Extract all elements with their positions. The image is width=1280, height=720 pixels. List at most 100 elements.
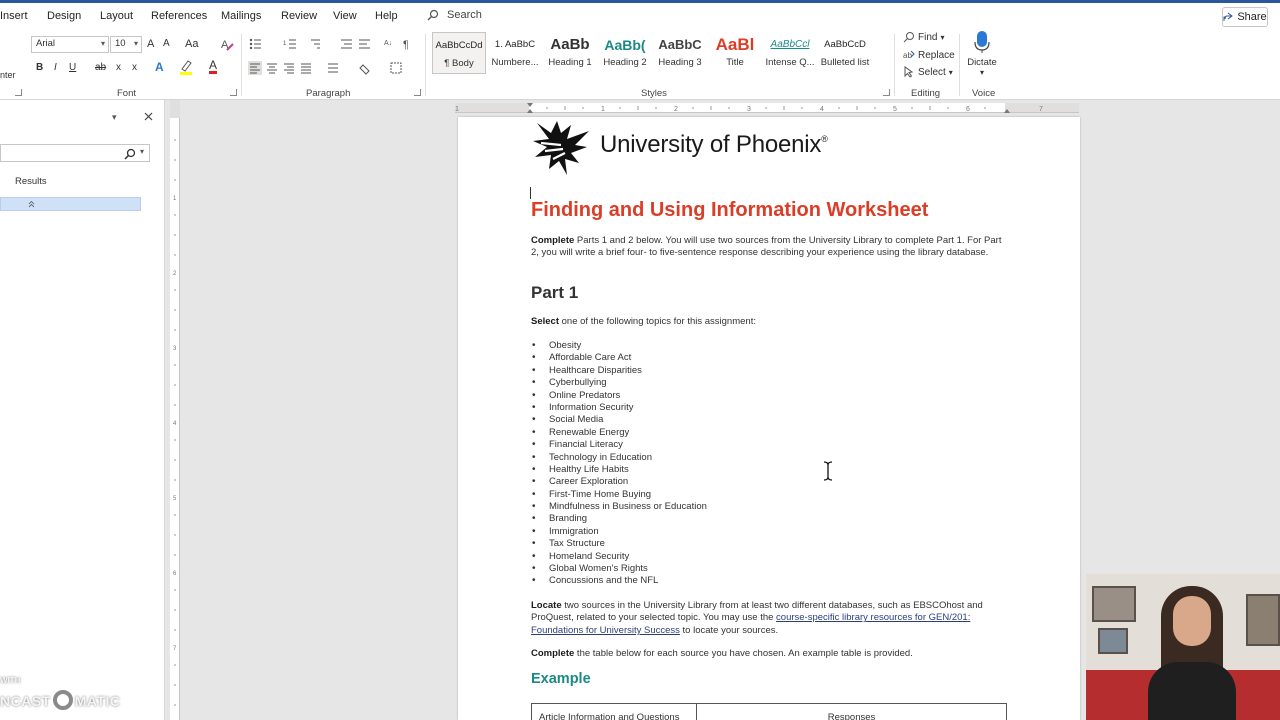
table-header-cell: Responses xyxy=(827,712,876,720)
superscript-button[interactable]: x xyxy=(132,62,137,73)
replace-label: Replace xyxy=(918,49,955,61)
grow-font-button[interactable]: A xyxy=(147,38,154,50)
close-icon[interactable] xyxy=(144,112,153,121)
nav-heading-item[interactable] xyxy=(0,197,141,211)
ruler-ticks: 1 2 3 4 5 6 7 xyxy=(170,100,180,706)
ibeam-cursor-icon xyxy=(823,461,833,481)
tab-layout[interactable]: Layout xyxy=(100,10,133,22)
chevron-down-icon: ▾ xyxy=(133,39,138,48)
tab-insert[interactable]: Insert xyxy=(0,10,28,22)
voice-group-label: Voice xyxy=(972,88,996,99)
locate-bold: Locate xyxy=(531,600,562,611)
registered-mark: ® xyxy=(821,134,828,144)
style-sample: AaBbCcDd xyxy=(435,40,483,51)
watermark-big-text: NCAST MATIC xyxy=(0,690,121,710)
style-heading-2[interactable]: AaBb( Heading 2 xyxy=(598,32,652,74)
part-1-heading: Part 1 xyxy=(531,283,579,302)
shrink-font-button[interactable]: A xyxy=(163,38,170,49)
phoenix-bird-icon xyxy=(533,121,589,175)
svg-text:6: 6 xyxy=(966,106,970,113)
vertical-ruler: 1 2 3 4 5 6 7 xyxy=(170,100,180,720)
style-title[interactable]: AaBl Title xyxy=(708,32,762,74)
list-item: Cyberbullying xyxy=(531,377,1006,390)
style-body[interactable]: AaBbCcDd ¶ Body xyxy=(432,32,486,74)
tab-design[interactable]: Design xyxy=(47,10,81,22)
alignment-controls-icon[interactable] xyxy=(248,61,408,75)
svg-text:4: 4 xyxy=(173,421,177,427)
locate-text-2: to locate your sources. xyxy=(679,624,779,636)
tab-references[interactable]: References xyxy=(151,10,207,22)
font-dialog-launcher[interactable] xyxy=(230,89,237,96)
underline-button[interactable]: U xyxy=(69,62,76,73)
styles-group-label: Styles xyxy=(641,88,667,99)
tab-help[interactable]: Help xyxy=(375,10,398,22)
tab-review[interactable]: Review xyxy=(281,10,317,22)
svg-text:3: 3 xyxy=(173,346,177,352)
complete-bold: Complete xyxy=(531,648,575,659)
subscript-button[interactable]: x xyxy=(116,62,121,73)
select-text: one of the following topics for this ass… xyxy=(559,316,756,327)
style-numbered[interactable]: 1. AaBbC Numbere... xyxy=(488,32,542,74)
text-effects-button[interactable]: A xyxy=(155,60,164,74)
font-name-value: Arial xyxy=(36,38,56,49)
ribbon-tab-bar: Insert Design Layout References Mailings… xyxy=(0,0,1280,30)
style-bulleted-list[interactable]: AaBbCcD Bulleted list xyxy=(818,32,872,74)
example-table: Article Information and Questions Respon… xyxy=(531,703,1007,720)
share-button[interactable]: Share xyxy=(1222,7,1268,27)
svg-text:1: 1 xyxy=(455,106,459,113)
font-color-button[interactable]: A xyxy=(209,59,218,74)
paragraph-dialog-launcher[interactable] xyxy=(414,89,421,96)
clipboard-dialog-launcher[interactable] xyxy=(15,89,22,96)
italic-button[interactable]: I xyxy=(54,62,57,73)
search-icon xyxy=(903,32,914,43)
change-case-button[interactable]: Aa xyxy=(185,38,198,50)
select-label: Select xyxy=(918,66,946,78)
dictate-button[interactable]: Dictate ▾ xyxy=(966,30,998,77)
complete-table-paragraph: Complete the table below for each source… xyxy=(531,648,1006,660)
tab-results[interactable]: Results xyxy=(15,176,47,187)
style-intense-quote[interactable]: AaBbCcl Intense Q... xyxy=(763,32,817,74)
strikethrough-button[interactable]: ab xyxy=(95,62,106,73)
nav-search-input[interactable]: ▾ xyxy=(0,144,150,162)
list-controls-icon[interactable]: 1 A↓ ¶ xyxy=(248,37,408,51)
svg-text:4: 4 xyxy=(820,106,824,113)
tab-view[interactable]: View xyxy=(333,10,357,22)
select-button[interactable]: Select ▾ xyxy=(903,66,953,78)
style-heading-1[interactable]: AaBb Heading 1 xyxy=(543,32,597,74)
document-page[interactable]: University of Phoenix® Finding and Using… xyxy=(458,117,1080,720)
font-name-select[interactable]: Arial ▾ xyxy=(31,36,109,53)
list-item: Mindfulness in Business or Education xyxy=(531,501,1006,514)
tab-mailings[interactable]: Mailings xyxy=(221,10,261,22)
svg-text:3: 3 xyxy=(747,106,751,113)
logo-wordmark: University of Phoenix xyxy=(600,131,822,158)
style-name: Heading 1 xyxy=(548,57,592,68)
divider xyxy=(425,34,426,96)
watermark-left: NCAST xyxy=(0,693,51,709)
style-sample: AaBbC xyxy=(658,37,702,52)
svg-text:ab: ab xyxy=(903,51,912,60)
highlighter-icon[interactable] xyxy=(179,59,193,75)
chevron-down-icon: ▾ xyxy=(100,39,105,48)
pane-options-chevron-icon[interactable]: ▾ xyxy=(112,112,117,123)
styles-dialog-launcher[interactable] xyxy=(883,89,890,96)
styles-gallery: AaBbCcDd ¶ Body 1. AaBbC Numbere... AaBb… xyxy=(432,32,884,74)
font-size-select[interactable]: 10 ▾ xyxy=(110,36,142,53)
style-sample: AaBb( xyxy=(604,37,646,53)
presenter-body xyxy=(1148,662,1236,720)
intro-bold: Complete xyxy=(531,235,575,246)
style-name: Bulleted list xyxy=(820,57,870,68)
list-item: First-Time Home Buying xyxy=(531,489,1006,502)
list-item: Homeland Security xyxy=(531,551,1006,564)
replace-button[interactable]: ab Replace xyxy=(903,49,955,61)
clear-formatting-icon[interactable]: A xyxy=(220,37,234,51)
search-icon xyxy=(427,9,439,21)
search-box[interactable]: Search xyxy=(427,9,482,21)
bold-button[interactable]: B xyxy=(36,62,43,73)
find-button[interactable]: Find ▾ xyxy=(903,31,944,43)
watermark-right: MATIC xyxy=(74,693,121,709)
find-label: Find xyxy=(918,31,938,43)
intro-paragraph: Complete Parts 1 and 2 below. You will u… xyxy=(531,235,1006,260)
select-instruction: Select one of the following topics for t… xyxy=(531,316,1006,328)
list-item: Obesity xyxy=(531,340,1006,353)
style-heading-3[interactable]: AaBbC Heading 3 xyxy=(653,32,707,74)
